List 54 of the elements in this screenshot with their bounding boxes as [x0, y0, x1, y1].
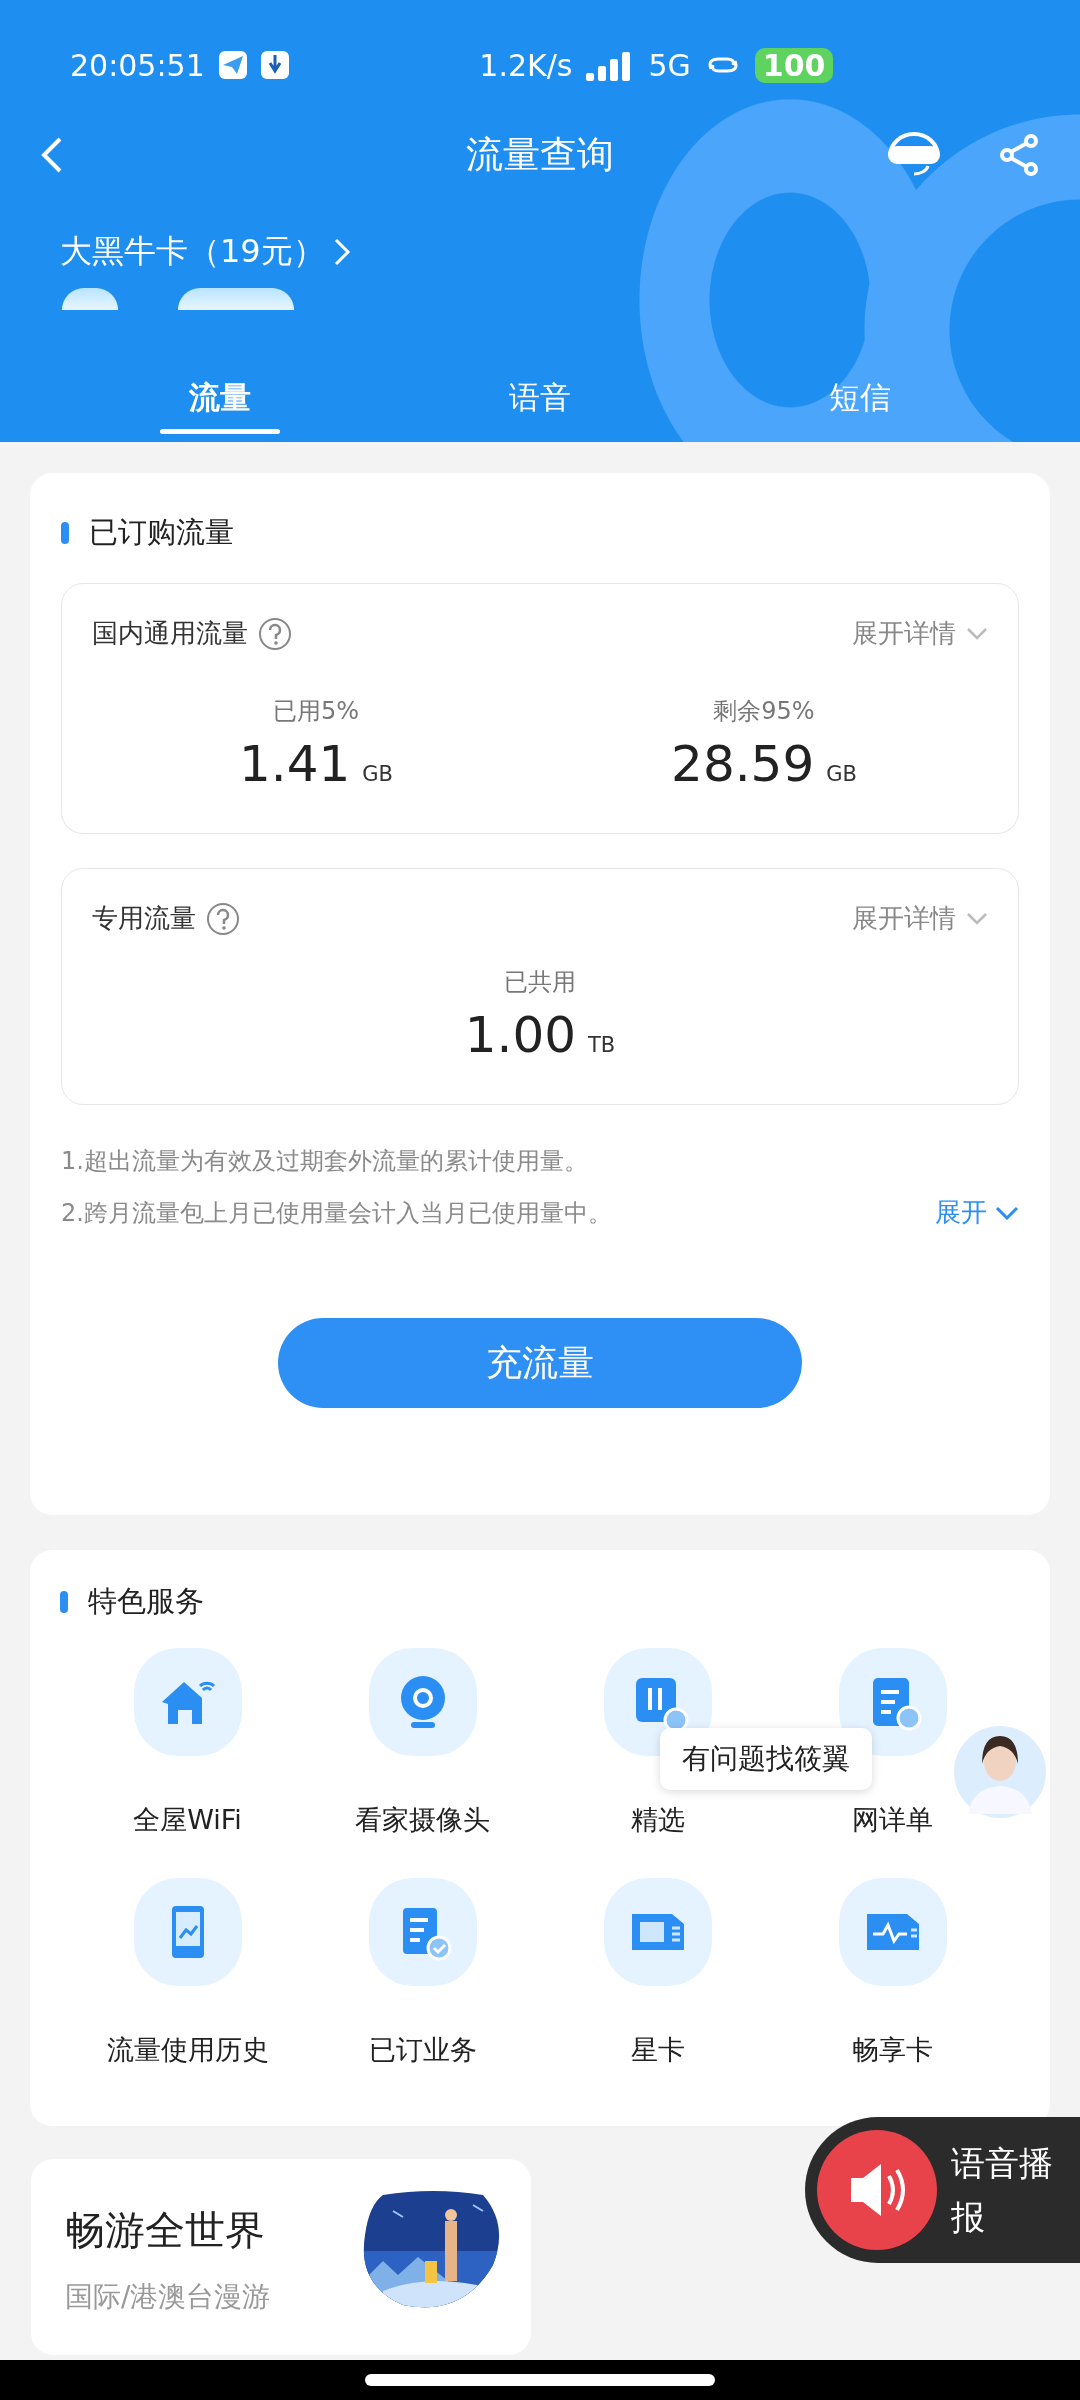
- stat-value: 28.59: [671, 735, 815, 793]
- service-label[interactable]: 流量使用历史: [106, 2032, 269, 2068]
- redaction-mark: [62, 288, 118, 310]
- details-toggle[interactable]: 展开详情: [852, 616, 988, 651]
- note-text: 1.超出流量为有效及过期套外流量的累计使用量。: [61, 1146, 589, 1177]
- stat-label: 已用5%: [272, 696, 360, 727]
- help-icon[interactable]: [258, 616, 292, 651]
- service-label[interactable]: 精选: [630, 1802, 685, 1838]
- service-label[interactable]: 全屋WiFi: [133, 1802, 242, 1838]
- title-marker: [60, 1591, 68, 1613]
- back-button[interactable]: [40, 135, 64, 175]
- details-toggle[interactable]: 展开详情: [852, 901, 988, 936]
- title-marker: [61, 522, 69, 544]
- chevron-down-icon: [995, 1205, 1019, 1220]
- service-tile[interactable]: [368, 1878, 477, 1986]
- help-icon[interactable]: [206, 901, 240, 936]
- page-title: 流量查询: [466, 132, 614, 178]
- service-label[interactable]: 看家摄像头: [355, 1802, 490, 1838]
- promo-subtitle: 国际/港澳台漫游: [65, 2279, 271, 2315]
- service-label[interactable]: 星卡: [630, 2032, 685, 2068]
- section-title: 已订购流量: [89, 514, 234, 551]
- panel-title: 国内通用流量: [92, 617, 248, 650]
- share-icon[interactable]: [998, 133, 1040, 177]
- battery-level: 100: [754, 47, 834, 83]
- speaker-icon: [817, 2130, 937, 2250]
- stat-unit: TB: [588, 1033, 616, 1057]
- assistant-tooltip[interactable]: 有问题找筱翼: [660, 1728, 872, 1790]
- service-label[interactable]: 网详单: [852, 1802, 933, 1838]
- service-tile[interactable]: [368, 1648, 477, 1756]
- paper-plane-icon: [218, 51, 247, 79]
- promo-title: 畅游全世界: [65, 2206, 266, 2255]
- service-tile[interactable]: [133, 1648, 242, 1756]
- promo-card[interactable]: 畅游全世界 国际/港澳台漫游: [31, 2159, 531, 2355]
- service-tile[interactable]: [838, 1878, 947, 1986]
- voice-broadcast-button[interactable]: 语音播报: [805, 2117, 1080, 2263]
- chevron-down-icon: [966, 626, 988, 641]
- panel-title: 专用流量: [92, 902, 196, 935]
- chevron-right-icon: [332, 237, 351, 267]
- network-speed: 1.2K/s: [479, 47, 573, 83]
- note-text: 2.跨月流量包上月已使用量会计入当月已使用量中。: [61, 1197, 612, 1229]
- stat-label: 已共用: [504, 967, 576, 998]
- stat-unit: GB: [362, 762, 393, 786]
- status-time: 20:05:51: [70, 47, 205, 83]
- service-label[interactable]: 畅享卡: [852, 2032, 933, 2068]
- section-title: 特色服务: [88, 1583, 204, 1620]
- service-tile[interactable]: [133, 1878, 242, 1986]
- stat-value: 1.41: [239, 735, 351, 793]
- service-tile[interactable]: [603, 1878, 712, 1986]
- network-type: 5G: [648, 47, 691, 83]
- stat-value: 1.00: [464, 1006, 577, 1064]
- service-label[interactable]: 已订业务: [368, 2032, 477, 2068]
- stat-label: 剩余95%: [713, 696, 815, 727]
- stat-unit: GB: [826, 762, 857, 786]
- chevron-down-icon: [966, 911, 988, 926]
